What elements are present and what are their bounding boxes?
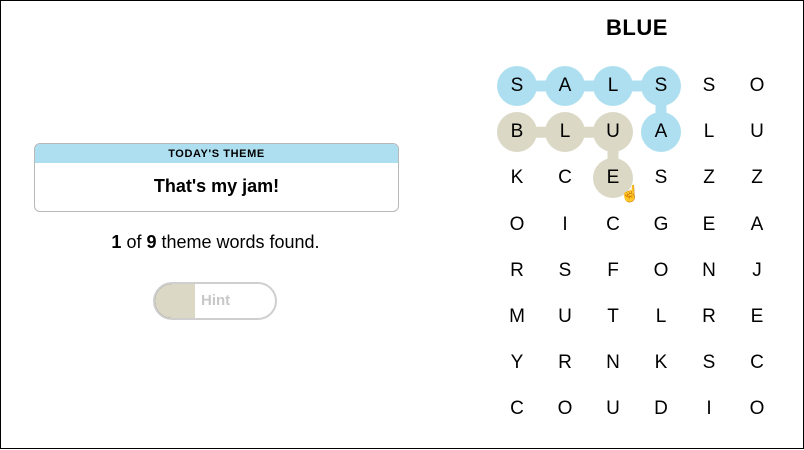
letter-cell[interactable]: N (593, 343, 633, 383)
letter-cell[interactable]: C (737, 343, 777, 383)
letter-cell[interactable]: E (689, 205, 729, 245)
theme-value: That's my jam! (153, 176, 280, 196)
letter-cell[interactable]: F (593, 251, 633, 291)
hint-label: Hint (201, 292, 231, 309)
letter-cell[interactable]: R (545, 343, 585, 383)
letter-cell[interactable]: L (689, 112, 729, 152)
letter-cell[interactable]: B (497, 112, 537, 153)
letter-cell[interactable]: U (545, 297, 585, 337)
letter-cell[interactable]: S (641, 66, 681, 106)
letter-cell[interactable]: I (689, 389, 729, 429)
letter-cell[interactable]: O (737, 66, 777, 106)
letter-cell[interactable]: R (497, 251, 537, 291)
found-count: 1 (111, 232, 122, 252)
letter-cell[interactable]: S (497, 66, 537, 106)
letter-cell[interactable]: A (737, 205, 777, 245)
progress-text: 1 of 9 theme words found. (34, 232, 397, 253)
letter-cell[interactable]: C (593, 205, 633, 245)
board-title: BLUE (606, 15, 668, 40)
letter-cell[interactable]: N (689, 251, 729, 291)
letter-cell[interactable]: D (641, 389, 681, 429)
letter-cell[interactable]: C (497, 389, 537, 429)
letter-cell[interactable]: A (545, 66, 585, 106)
letter-cell[interactable]: T (593, 297, 633, 337)
letter-cell[interactable]: Z (737, 158, 777, 198)
letter-cell[interactable]: L (641, 297, 681, 337)
hand-pointer-icon: ☝ (620, 186, 640, 203)
letter-cell[interactable]: U (593, 112, 633, 153)
total-count: 9 (146, 232, 157, 252)
letter-cell[interactable]: Y (497, 343, 537, 383)
letter-cell[interactable]: S (641, 158, 681, 198)
letter-cell[interactable]: L (545, 112, 585, 153)
letter-cell[interactable]: S (689, 66, 729, 106)
letter-cell[interactable]: S (545, 251, 585, 291)
letter-cell[interactable]: O (641, 251, 681, 291)
theme-card: TODAY'S THEME That's my jam! (34, 143, 399, 212)
letter-cell[interactable]: U (593, 389, 633, 429)
letter-cell[interactable]: O (497, 205, 537, 245)
progress-of: of (121, 232, 147, 252)
letter-cell[interactable]: J (737, 251, 777, 291)
letter-cell[interactable]: G (641, 205, 681, 245)
letter-cell[interactable]: O (737, 389, 777, 429)
letter-board: SALSSOBLUALUKCESZZOICGEARSFONJMUTLREYRNK… (1, 1, 804, 450)
letter-cell[interactable]: U (737, 112, 777, 152)
hint-button[interactable]: Hint (153, 282, 277, 320)
letter-cell[interactable]: A (641, 112, 681, 153)
letter-cell[interactable]: M (497, 297, 537, 337)
letter-cell[interactable]: L (593, 66, 633, 106)
letter-cell[interactable]: C (545, 158, 585, 198)
letter-cell[interactable]: R (689, 297, 729, 337)
letter-cell[interactable]: Z (689, 158, 729, 198)
letter-cell[interactable]: S (689, 343, 729, 383)
theme-header: TODAY'S THEME (35, 144, 398, 163)
hint-progress-edge (155, 284, 195, 318)
progress-suffix: theme words found. (156, 232, 320, 252)
letter-cell[interactable]: O (545, 389, 585, 429)
path-lines (517, 80, 667, 179)
game-window: TODAY'S THEME That's my jam! 1 of 9 them… (0, 0, 804, 449)
letter-cell[interactable]: K (497, 158, 537, 198)
letter-cell[interactable]: E (737, 297, 777, 337)
letter-cell[interactable]: K (641, 343, 681, 383)
letter-cell[interactable]: I (545, 205, 585, 245)
